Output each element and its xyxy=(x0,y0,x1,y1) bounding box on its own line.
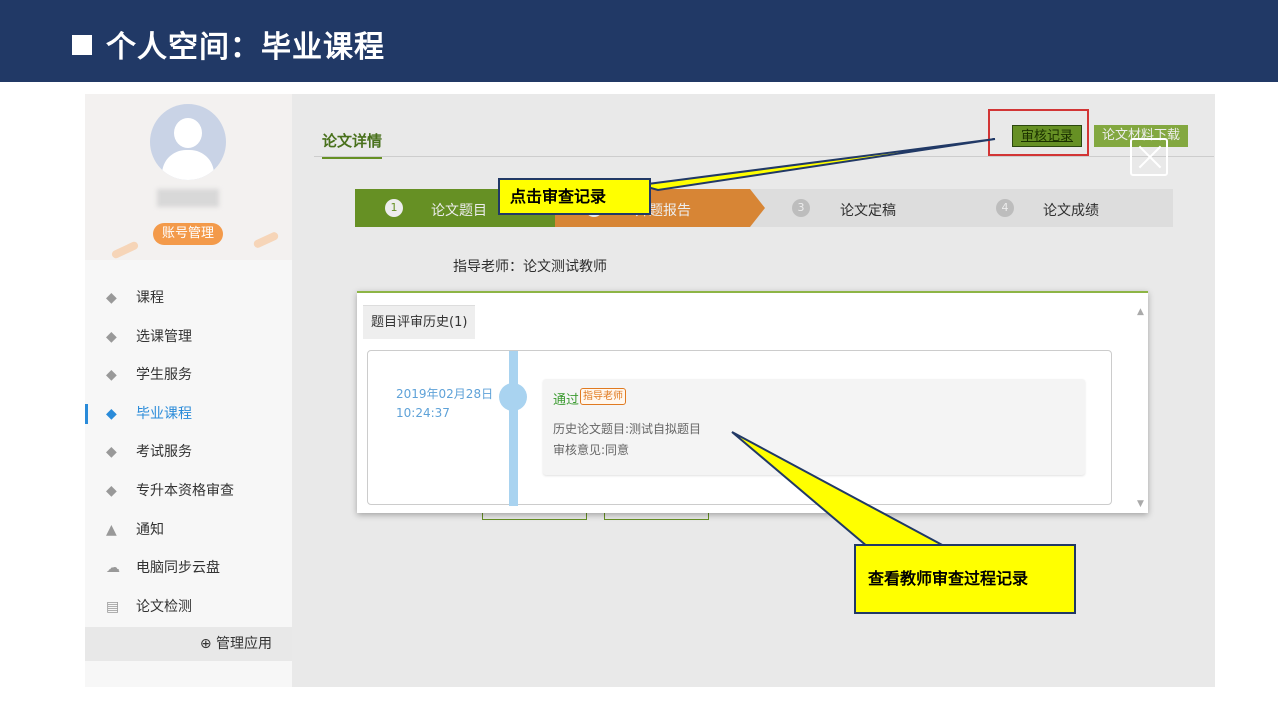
scrollbar[interactable]: ▲ ▼ xyxy=(1137,303,1146,513)
manage-apps-button[interactable]: ⊕ 管理应用 xyxy=(85,627,292,661)
slide-title: 个人空间：毕业课程 xyxy=(72,22,385,66)
timeline-date: 2019年02月28日 10:24:37 xyxy=(396,387,494,420)
callout-view-history: 查看教师审查过程记录 xyxy=(854,544,1076,614)
cloud-icon: ☁ xyxy=(106,560,120,577)
sidebar-menu: ◆ 课程 ◆ 选课管理 ◆ 学生服务 ◆ 毕业课程 ◆ 考试服务 ◆ 专升本资格审查 ▲ 通知… xyxy=(85,279,292,626)
scroll-down-icon[interactable]: ▼ xyxy=(1137,499,1144,509)
graduation-cap-icon: ◆ xyxy=(106,482,117,499)
tab-review-history[interactable]: 题目评审历史(1) xyxy=(363,305,476,339)
sidebar-item-paper-check[interactable]: ▤ 论文检测 xyxy=(85,588,292,627)
sidebar-item-course-selection[interactable]: ◆ 选课管理 xyxy=(85,318,292,357)
slide-header: 个人空间：毕业课程 xyxy=(0,0,1278,82)
decoration xyxy=(252,230,280,250)
sidebar-item-student-services[interactable]: ◆ 学生服务 xyxy=(85,356,292,395)
sidebar: 账号管理 ◆ 课程 ◆ 选课管理 ◆ 学生服务 ◆ 毕业课程 ◆ 考试服务 ◆ 专升本资格审… xyxy=(85,94,292,687)
graduation-cap-icon: ◆ xyxy=(106,367,117,384)
timeline-line xyxy=(509,351,518,506)
sidebar-item-notifications[interactable]: ▲ 通知 xyxy=(85,511,292,550)
username-blurred xyxy=(157,189,219,207)
bell-icon: ▲ xyxy=(106,521,117,538)
review-entry-card: 通过 指导老师 历史论文题目:测试自拟题目 审核意见:同意 xyxy=(543,379,1085,475)
status-text: 通过 xyxy=(553,393,580,408)
callout-click-review: 点击审查记录 xyxy=(498,178,651,215)
history-title: 历史论文题目:测试自拟题目 xyxy=(553,422,702,436)
plus-circle-icon: ⊕ xyxy=(199,636,216,652)
timeline-dot xyxy=(499,383,527,411)
review-opinion: 审核意见:同意 xyxy=(553,443,630,457)
scroll-up-icon[interactable]: ▲ xyxy=(1137,307,1144,317)
close-icon[interactable] xyxy=(1130,138,1168,176)
graduation-cap-icon: ◆ xyxy=(106,405,117,422)
document-search-icon: ▤ xyxy=(106,598,120,615)
timeline-panel: 2019年02月28日 10:24:37 通过 指导老师 历史论文题目:测试自拟… xyxy=(367,350,1112,506)
sidebar-item-courses[interactable]: ◆ 课程 xyxy=(85,279,292,318)
graduation-cap-icon: ◆ xyxy=(106,290,117,306)
sidebar-item-exam-services[interactable]: ◆ 考试服务 xyxy=(85,433,292,472)
review-history-modal: 题目评审历史(1) 2019年02月28日 10:24:37 通过 指导老师 历… xyxy=(357,291,1148,513)
main-content: 论文详情 审核记录 论文材料下载 1 论文题目 2 开题报告 3 论文定稿 4 … xyxy=(292,94,1215,687)
sidebar-item-cloud-drive[interactable]: ☁ 电脑同步云盘 xyxy=(85,549,292,588)
role-badge: 指导老师 xyxy=(580,388,626,405)
square-bullet-icon xyxy=(72,35,92,55)
decoration xyxy=(110,240,140,260)
profile-panel: 账号管理 xyxy=(85,94,292,260)
account-manage-button[interactable]: 账号管理 xyxy=(153,223,223,245)
graduation-cap-icon: ◆ xyxy=(106,444,117,461)
avatar[interactable] xyxy=(150,104,226,180)
sidebar-item-graduation-course[interactable]: ◆ 毕业课程 xyxy=(85,395,292,434)
sidebar-item-upgrade-qualification[interactable]: ◆ 专升本资格审查 xyxy=(85,472,292,511)
graduation-cap-icon: ◆ xyxy=(106,328,117,345)
